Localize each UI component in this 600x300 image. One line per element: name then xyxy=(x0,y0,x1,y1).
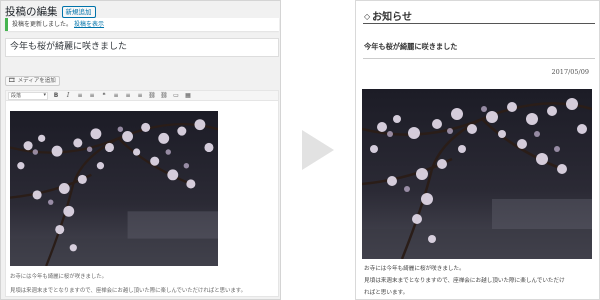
cherry-blossom-image xyxy=(362,89,592,259)
update-notice: 投稿を更新しました。 投稿を表示 xyxy=(5,18,279,31)
editor-content-area[interactable]: お寺には今年も綺麗に桜が咲きました。 見頃は来週末までとなりますので、座禅会にお… xyxy=(5,101,279,297)
blockquote-icon[interactable]: ❝ xyxy=(100,92,108,100)
align-left-icon[interactable]: ≡ xyxy=(112,92,120,100)
arrow-right-icon xyxy=(302,130,334,170)
italic-icon[interactable]: I xyxy=(64,92,72,100)
title-divider xyxy=(363,58,595,59)
body-line-1: お寺には今年も綺麗に桜が咲きました。 xyxy=(364,266,465,272)
post-title: 今年も桜が綺麗に咲きました xyxy=(364,42,458,51)
notice-text: 投稿を更新しました。 xyxy=(12,21,73,28)
diamond-icon: ◇ xyxy=(364,10,371,21)
news-heading-label: お知らせ xyxy=(372,12,412,23)
body-line-2: 見頃は来週末までとなりますので、座禅会にお越し頂いた際に楽しんでいただけ xyxy=(364,278,565,284)
editor-header: 投稿の編集 新規追加 xyxy=(5,4,96,19)
public-page-preview: ◇ お知らせ 今年も桜が綺麗に咲きました 2017/05/09 お寺には今年も綺… xyxy=(355,0,600,300)
add-new-button[interactable]: 新規追加 xyxy=(61,5,96,18)
bold-icon[interactable]: B xyxy=(52,92,60,100)
view-post-link[interactable]: 投稿を表示 xyxy=(74,21,104,28)
align-center-icon[interactable]: ≡ xyxy=(124,92,132,100)
post-date: 2017/05/09 xyxy=(551,68,589,76)
body-line-3: ればと思います。 xyxy=(364,290,409,296)
heading-divider xyxy=(363,23,595,24)
paragraph-format-select[interactable]: 段落 xyxy=(8,91,48,100)
post-title-input[interactable]: 今年も桜が綺麗に咲きました xyxy=(5,38,279,57)
toolbar-toggle-icon[interactable]: ▦ xyxy=(184,92,192,100)
bulleted-list-icon[interactable]: ≡ xyxy=(76,92,84,100)
cherry-blossom-image[interactable] xyxy=(10,111,218,266)
media-icon: 🎞 xyxy=(8,77,16,84)
add-media-label: メディアを追加 xyxy=(17,78,56,84)
editor-body-line-1: お寺には今年も綺麗に桜が咲きました。 xyxy=(10,274,108,280)
post-editor-panel: 投稿の編集 新規追加 投稿を更新しました。 投稿を表示 今年も桜が綺麗に咲きました… xyxy=(0,0,281,300)
remove-link-icon[interactable]: ⛓ xyxy=(160,92,168,100)
editor-toolbar: 段落 B I ≡ ≡ ❝ ≡ ≡ ≡ ⛓ ⛓ ▭ ▦ xyxy=(5,90,279,101)
page-title: 投稿の編集 xyxy=(5,6,58,18)
insert-link-icon[interactable]: ⛓ xyxy=(148,92,156,100)
news-heading: ◇ お知らせ xyxy=(364,8,412,24)
read-more-icon[interactable]: ▭ xyxy=(172,92,180,100)
editor-body-line-2: 見頃は来週末までとなりますので、座禅会にお越し頂いた際に楽しんでいただければと思… xyxy=(10,288,247,294)
add-media-button[interactable]: 🎞 メディアを追加 xyxy=(5,76,60,86)
align-right-icon[interactable]: ≡ xyxy=(136,92,144,100)
numbered-list-icon[interactable]: ≡ xyxy=(88,92,96,100)
